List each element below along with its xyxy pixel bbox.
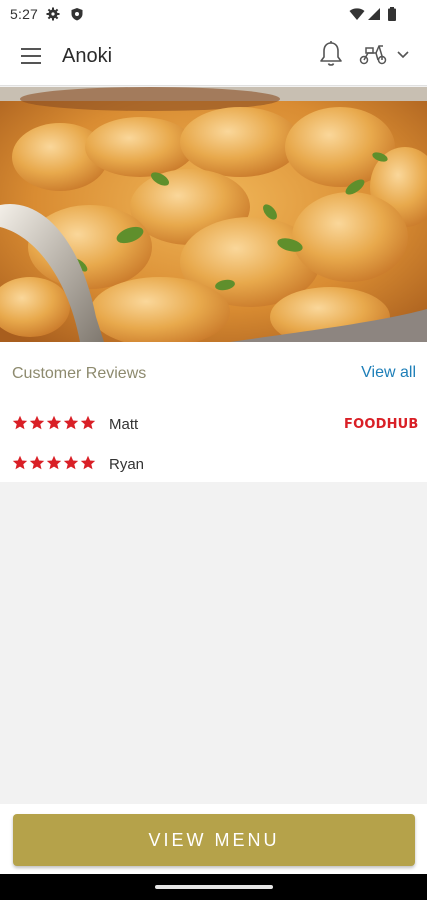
star-icon (29, 415, 45, 430)
status-time: 5:27 (10, 6, 39, 22)
app-bar: Anoki (0, 28, 427, 86)
view-all-link[interactable]: View all (361, 364, 416, 382)
star-rating (12, 455, 96, 473)
review-item: Matt FOODHUB (0, 412, 427, 442)
reviews-heading: Customer Reviews (12, 365, 147, 382)
shield-icon (71, 8, 83, 21)
battery-icon (388, 7, 396, 21)
star-icon (63, 455, 79, 470)
hero-image (0, 87, 427, 342)
customer-reviews-section: Customer Reviews View all Matt FOODHUB R… (0, 342, 427, 482)
star-icon (80, 455, 96, 470)
footer-bar: VIEW MENU (0, 804, 427, 874)
star-icon (63, 415, 79, 430)
star-icon (80, 415, 96, 430)
view-menu-button[interactable]: VIEW MENU (13, 814, 415, 866)
bell-icon[interactable] (318, 40, 344, 68)
star-icon (46, 455, 62, 470)
star-icon (12, 415, 28, 430)
star-icon (46, 415, 62, 430)
signal-icon (368, 8, 380, 20)
home-gesture-handle[interactable] (155, 885, 273, 889)
gear-icon (46, 7, 60, 21)
chevron-down-icon[interactable] (396, 50, 410, 60)
page-title: Anoki (62, 45, 113, 67)
hamburger-menu-icon[interactable] (20, 46, 42, 66)
star-rating (12, 415, 96, 433)
system-nav-bar (0, 874, 427, 900)
reviewer-name: Ryan (109, 456, 145, 473)
review-item: Ryan (0, 452, 427, 482)
curry-dish-photo (0, 87, 427, 342)
star-icon (29, 455, 45, 470)
reviewer-name: Matt (109, 416, 139, 433)
scooter-icon[interactable] (358, 42, 388, 66)
review-source-logo: FOODHUB (344, 417, 419, 432)
status-bar: 5:27 (0, 0, 427, 28)
star-icon (12, 455, 28, 470)
wifi-icon (349, 8, 365, 20)
